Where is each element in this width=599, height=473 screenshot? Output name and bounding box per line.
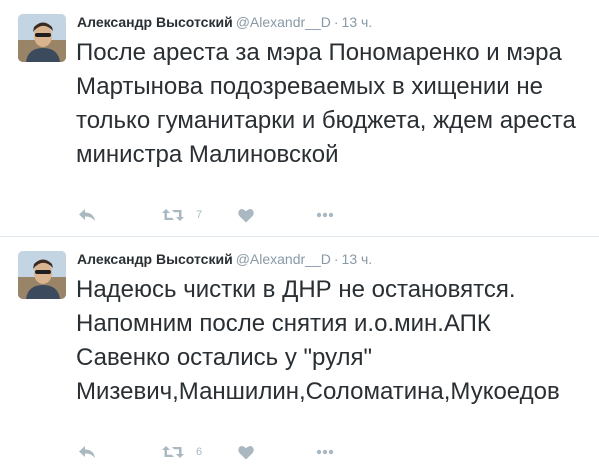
avatar[interactable] (18, 251, 66, 299)
like-icon (238, 445, 254, 459)
separator-dot: · (333, 251, 339, 267)
timestamp[interactable]: 13 ч. (342, 251, 373, 267)
tweet-header: Александр Высотский @Alexandr__D · 13 ч. (77, 249, 372, 269)
tweet[interactable]: Александр Высотский @Alexandr__D · 13 ч. На… (0, 237, 599, 473)
avatar-photo (18, 251, 66, 299)
more-icon (316, 449, 334, 455)
retweet-button[interactable]: 6 (162, 441, 202, 463)
like-button[interactable] (238, 441, 254, 463)
avatar[interactable] (18, 14, 66, 62)
reply-icon (79, 446, 95, 458)
like-button[interactable] (238, 204, 254, 226)
retweet-icon (162, 209, 184, 221)
reply-button[interactable] (78, 204, 96, 226)
retweet-count: 6 (196, 446, 203, 458)
separator-dot: · (333, 14, 339, 30)
tweet-text: После ареста за мэра Пономаренко и мэра … (76, 39, 576, 168)
tweet-header: Александр Высотский @Alexandr__D · 13 ч. (77, 12, 372, 32)
retweet-button[interactable]: 7 (162, 204, 202, 226)
like-icon (238, 208, 254, 222)
more-button[interactable] (316, 204, 334, 226)
timestamp[interactable]: 13 ч. (342, 14, 373, 30)
author-name[interactable]: Александр Высотский (77, 14, 233, 30)
tweet[interactable]: Александр Высотский @Alexandr__D · 13 ч. По… (0, 0, 599, 237)
author-name[interactable]: Александр Высотский (77, 251, 233, 267)
tweet-actions: 7 (76, 204, 376, 226)
more-button[interactable] (316, 441, 334, 463)
reply-button[interactable] (78, 441, 96, 463)
tweet-text: Надеюсь чистки в ДНР не остановятся. Нап… (76, 276, 560, 405)
retweet-icon (162, 446, 184, 458)
avatar-photo (18, 14, 66, 62)
timeline: Александр Высотский @Alexandr__D · 13 ч. По… (0, 0, 599, 473)
retweet-count: 7 (196, 209, 203, 221)
more-icon (316, 212, 334, 218)
tweet-actions: 6 (76, 441, 376, 463)
author-handle[interactable]: @Alexandr__D (236, 14, 331, 30)
reply-icon (79, 209, 95, 221)
author-handle[interactable]: @Alexandr__D (236, 251, 331, 267)
